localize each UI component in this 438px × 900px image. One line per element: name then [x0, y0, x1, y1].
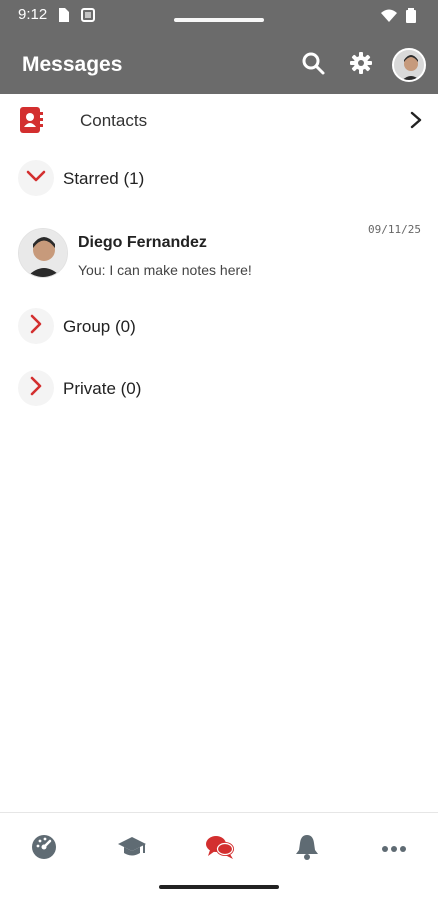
contacts-row[interactable]: Contacts [0, 94, 438, 146]
nav-dashboard[interactable] [24, 829, 64, 869]
nav-messages[interactable] [200, 829, 240, 869]
avatar [18, 228, 68, 278]
battery-icon [406, 7, 416, 28]
settings-button[interactable] [344, 48, 378, 82]
speedometer-icon [30, 833, 58, 866]
section-group-toggle[interactable] [18, 308, 54, 344]
chevron-down-icon [26, 169, 46, 188]
status-left-icons [56, 7, 96, 28]
status-bar: 9:12 [0, 0, 438, 36]
conversation-date: 09/11/25 [368, 223, 421, 236]
profile-avatar-button[interactable] [392, 48, 426, 82]
nav-notifications[interactable] [287, 829, 327, 869]
section-starred[interactable]: Starred (1) [0, 156, 438, 202]
section-private-label: Private (0) [63, 379, 142, 398]
wifi-icon [380, 7, 398, 28]
nav-courses[interactable] [112, 829, 152, 869]
conversation-preview: You: I can make notes here! [78, 262, 252, 278]
gear-icon [348, 50, 374, 81]
search-button[interactable] [296, 48, 330, 82]
bottom-navigation [0, 812, 438, 900]
search-icon [300, 50, 326, 81]
camera-pill [174, 18, 264, 22]
status-time: 9:12 [18, 6, 48, 23]
chevron-right-icon [410, 111, 422, 134]
section-private[interactable]: Private (0) [0, 366, 438, 412]
conversation-name: Diego Fernandez [78, 234, 207, 251]
chat-bubbles-icon [204, 834, 236, 865]
app-bar: Messages [0, 36, 438, 94]
chevron-right-icon [29, 314, 43, 339]
section-group[interactable]: Group (0) [0, 304, 438, 350]
section-starred-label: Starred (1) [63, 169, 145, 188]
contacts-book-icon [20, 107, 44, 138]
page-title: Messages [22, 53, 123, 76]
clipboard-icon [80, 7, 96, 28]
bell-icon [294, 833, 320, 866]
contacts-label: Contacts [80, 111, 148, 130]
section-group-label: Group (0) [63, 317, 136, 336]
app-bar-actions [296, 48, 426, 82]
conversation-item[interactable]: Diego Fernandez You: I can make notes he… [0, 220, 438, 290]
more-dots-icon [381, 840, 407, 858]
status-right-icons [380, 7, 416, 28]
section-starred-toggle[interactable] [18, 160, 54, 196]
graduation-cap-icon [117, 835, 147, 864]
chevron-right-icon [29, 376, 43, 401]
sim-card-icon [56, 7, 70, 28]
section-private-toggle[interactable] [18, 370, 54, 406]
nav-more[interactable] [374, 829, 414, 869]
home-indicator[interactable] [159, 885, 279, 889]
